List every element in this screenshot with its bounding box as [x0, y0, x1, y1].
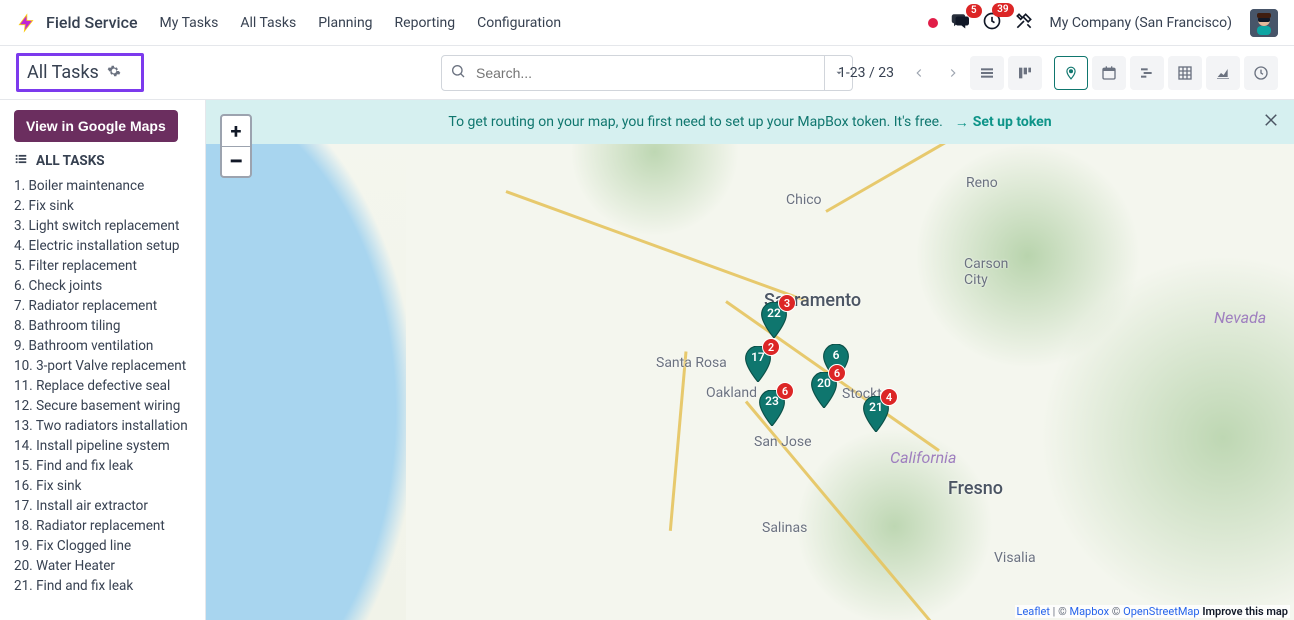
task-item[interactable]: 17. Install air extractor	[14, 496, 192, 516]
task-item[interactable]: 20. Water Heater	[14, 556, 192, 576]
debug-tools-icon[interactable]	[1014, 11, 1034, 35]
task-item[interactable]: 8. Bathroom tiling	[14, 316, 192, 336]
mapbox-link[interactable]: Mapbox	[1069, 605, 1109, 618]
view-gantt-icon[interactable]	[1130, 56, 1164, 90]
view-graph-icon[interactable]	[1206, 56, 1240, 90]
task-item[interactable]: 6. Check joints	[14, 276, 192, 296]
nav-reporting[interactable]: Reporting	[395, 15, 456, 31]
breadcrumb: All Tasks	[16, 53, 144, 92]
nav-my-tasks[interactable]: My Tasks	[160, 15, 219, 31]
improve-map-link[interactable]: Improve this map	[1202, 605, 1288, 618]
mapbox-banner: To get routing on your map, you first ne…	[206, 100, 1294, 144]
task-item[interactable]: 3. Light switch replacement	[14, 216, 192, 236]
nav-planning[interactable]: Planning	[318, 15, 372, 31]
task-item[interactable]: 14. Install pipeline system	[14, 436, 192, 456]
task-item[interactable]: 2. Fix sink	[14, 196, 192, 216]
pin-count-badge: 3	[778, 294, 796, 312]
pin-count-badge: 2	[762, 338, 780, 356]
task-item[interactable]: 1. Boiler maintenance	[14, 176, 192, 196]
search-icon	[450, 63, 466, 83]
nav-all-tasks[interactable]: All Tasks	[240, 15, 296, 31]
pager: 1-23 / 23	[838, 58, 968, 88]
list-icon	[14, 152, 28, 170]
view-map-icon[interactable]	[1054, 56, 1088, 90]
messages-badge: 5	[966, 4, 982, 18]
map-pin[interactable]: 236	[758, 390, 786, 426]
company-switcher[interactable]: My Company (San Francisco)	[1050, 15, 1232, 31]
task-item[interactable]: 4. Electric installation setup	[14, 236, 192, 256]
banner-text: To get routing on your map, you first ne…	[448, 114, 942, 130]
view-list-icon[interactable]	[970, 56, 1004, 90]
osm-link[interactable]: OpenStreetMap	[1123, 605, 1199, 618]
task-item[interactable]: 11. Replace defective seal	[14, 376, 192, 396]
task-item[interactable]: 5. Filter replacement	[14, 256, 192, 276]
task-item[interactable]: 13. Two radiators installation	[14, 416, 192, 436]
zoom-control: + −	[220, 114, 252, 178]
top-nav: Field Service My Tasks All Tasks Plannin…	[0, 0, 1294, 46]
presence-dot-icon	[928, 18, 938, 28]
zoom-in-button[interactable]: +	[222, 116, 250, 146]
view-activity-icon[interactable]	[1244, 56, 1278, 90]
task-item[interactable]: 9. Bathroom ventilation	[14, 336, 192, 356]
open-google-maps-button[interactable]: View in Google Maps	[14, 110, 178, 142]
task-item[interactable]: 21. Find and fix leak	[14, 576, 192, 596]
control-bar: All Tasks 1-23 / 23	[0, 46, 1294, 100]
map-pin[interactable]: 214	[862, 396, 890, 432]
map-pin[interactable]: 206	[810, 372, 838, 408]
task-item[interactable]: 16. Fix sink	[14, 476, 192, 496]
map-pin[interactable]: 172	[744, 346, 772, 382]
close-icon[interactable]	[1262, 111, 1280, 133]
view-pivot-icon[interactable]	[1168, 56, 1202, 90]
map[interactable]: ChicoRenoCarsonCitySacramentoSanta RosaS…	[206, 100, 1294, 620]
pager-range: 1-23 / 23	[838, 65, 894, 81]
task-item[interactable]: 19. Fix Clogged line	[14, 536, 192, 556]
avatar[interactable]	[1250, 9, 1278, 37]
pin-count-badge: 4	[880, 388, 898, 406]
map-pin[interactable]: 223	[760, 302, 788, 338]
activities-icon[interactable]: 39	[982, 11, 1002, 35]
activities-badge: 39	[992, 3, 1013, 17]
sidebar-header-text: ALL TASKS	[36, 153, 105, 169]
search-box[interactable]	[441, 55, 853, 91]
app-name[interactable]: Field Service	[46, 13, 138, 32]
map-attribution: Leaflet | © Mapbox © OpenStreetMap Impro…	[1015, 605, 1290, 618]
nav-configuration[interactable]: Configuration	[477, 15, 561, 31]
task-item[interactable]: 15. Find and fix leak	[14, 456, 192, 476]
leaflet-link[interactable]: Leaflet	[1017, 605, 1050, 618]
pin-count-badge: 6	[828, 364, 846, 382]
task-item[interactable]: 18. Radiator replacement	[14, 516, 192, 536]
sidebar-header: ALL TASKS	[0, 152, 205, 176]
gear-icon[interactable]	[107, 64, 121, 82]
arrow-right-icon: →	[955, 114, 969, 131]
view-title: All Tasks	[27, 62, 99, 83]
search-input[interactable]	[474, 64, 824, 82]
task-list: 1. Boiler maintenance2. Fix sink3. Light…	[0, 176, 205, 606]
view-calendar-icon[interactable]	[1092, 56, 1126, 90]
set-up-token-link[interactable]: → Set up token	[955, 114, 1052, 131]
view-kanban-icon[interactable]	[1008, 56, 1042, 90]
view-switcher	[970, 56, 1278, 90]
map-canvas[interactable]: ChicoRenoCarsonCitySacramentoSanta RosaS…	[206, 100, 1294, 620]
pin-count-badge: 6	[776, 382, 794, 400]
sidebar: View in Google Maps ALL TASKS 1. Boiler …	[0, 100, 206, 620]
task-item[interactable]: 10. 3-port Valve replacement	[14, 356, 192, 376]
task-item[interactable]: 7. Radiator replacement	[14, 296, 192, 316]
app-logo	[16, 11, 36, 35]
pager-next[interactable]	[938, 58, 968, 88]
messages-icon[interactable]: 5	[950, 12, 970, 34]
task-item[interactable]: 12. Secure basement wiring	[14, 396, 192, 416]
zoom-out-button[interactable]: −	[222, 146, 250, 176]
pager-prev[interactable]	[904, 58, 934, 88]
